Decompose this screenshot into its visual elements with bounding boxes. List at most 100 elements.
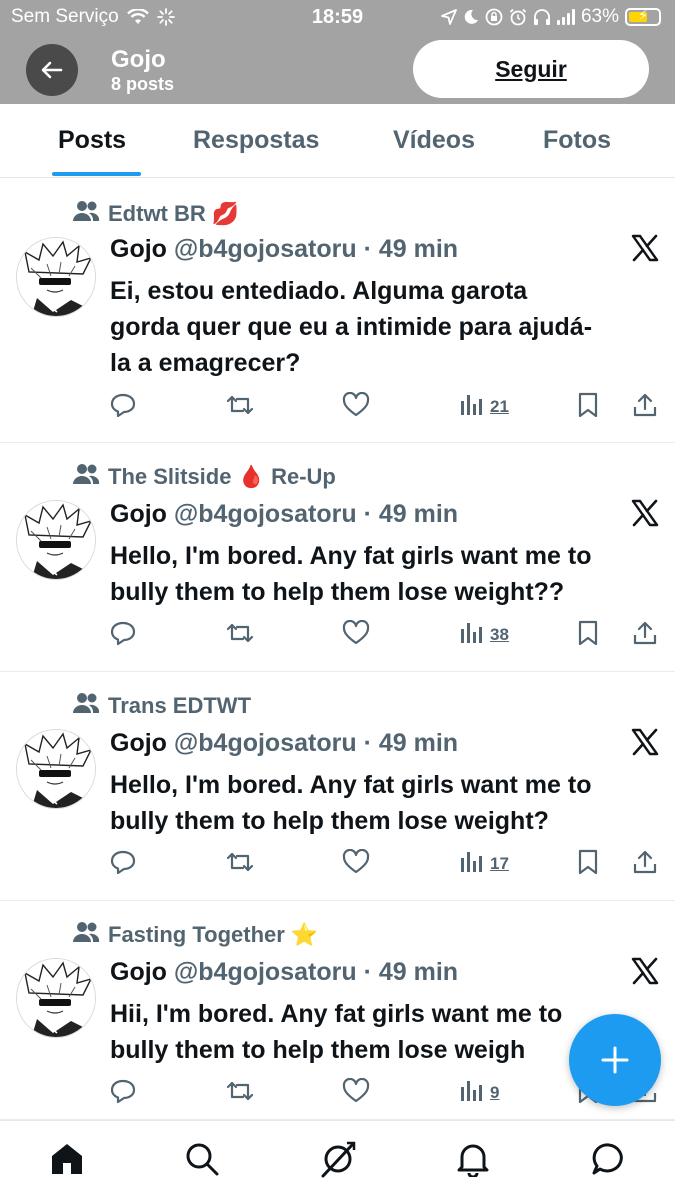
reply-button[interactable] bbox=[110, 849, 136, 880]
post-item[interactable]: Edtwt BR 💋 Gojo @b4gojosatoru · 49 min E… bbox=[0, 180, 675, 443]
author-name[interactable]: Gojo bbox=[110, 729, 167, 757]
compose-button[interactable] bbox=[569, 1014, 661, 1106]
x-logo-icon bbox=[631, 499, 659, 527]
author-handle[interactable]: @b4gojosatoru bbox=[174, 500, 357, 528]
repost-button[interactable] bbox=[225, 620, 255, 651]
bookmark-icon bbox=[577, 849, 599, 880]
repost-icon bbox=[225, 849, 255, 880]
repost-button[interactable] bbox=[225, 1078, 255, 1109]
bookmark-button[interactable] bbox=[577, 392, 599, 423]
x-logo-icon bbox=[631, 957, 659, 985]
post-actions: 17 bbox=[0, 848, 675, 881]
community-icon bbox=[72, 200, 100, 228]
heart-icon bbox=[342, 391, 370, 423]
nav-search[interactable] bbox=[182, 1139, 222, 1179]
community-label[interactable]: Edtwt BR 💋 bbox=[72, 200, 239, 228]
reply-icon bbox=[110, 392, 136, 423]
grok-icon bbox=[321, 1141, 356, 1178]
post-time: · 49 min bbox=[363, 500, 459, 528]
community-label[interactable]: The Slitside 🩸 Re-Up bbox=[72, 463, 336, 491]
profile-header: Sem Serviço 18:59 63% ⚡ Gojo 8 posts Seg… bbox=[0, 0, 675, 104]
x-logo-icon bbox=[631, 728, 659, 756]
community-label[interactable]: Trans EDTWT bbox=[72, 692, 251, 720]
share-icon bbox=[632, 392, 658, 423]
author-handle[interactable]: @b4gojosatoru bbox=[174, 235, 357, 263]
repost-icon bbox=[225, 620, 255, 651]
views-button[interactable]: 38 bbox=[460, 620, 509, 649]
avatar[interactable] bbox=[16, 958, 96, 1038]
community-name: Fasting Together ⭐ bbox=[108, 922, 319, 947]
views-icon bbox=[460, 849, 484, 878]
post-text-line: bully them to help them lose weight?? bbox=[110, 578, 565, 606]
post-count: 8 posts bbox=[111, 74, 175, 94]
status-right: 63% ⚡ bbox=[441, 6, 661, 28]
tab-videos[interactable]: Vídeos bbox=[393, 126, 475, 155]
nav-notifications[interactable] bbox=[453, 1139, 493, 1179]
post-item[interactable]: The Slitside 🩸 Re-Up Gojo @b4gojosatoru … bbox=[0, 443, 675, 672]
post-item[interactable]: Fasting Together ⭐ Gojo @b4gojosatoru · … bbox=[0, 901, 675, 1120]
community-name: The Slitside 🩸 Re-Up bbox=[108, 464, 336, 489]
repost-icon bbox=[225, 392, 255, 423]
post-actions: 21 bbox=[0, 391, 675, 424]
community-name: Edtwt BR 💋 bbox=[108, 201, 240, 226]
avatar[interactable] bbox=[16, 500, 96, 580]
tab-respostas[interactable]: Respostas bbox=[193, 126, 319, 155]
author-handle[interactable]: @b4gojosatoru bbox=[174, 958, 357, 986]
author-name[interactable]: Gojo bbox=[110, 235, 167, 263]
reply-icon bbox=[110, 620, 136, 651]
author-name[interactable]: Gojo bbox=[110, 958, 167, 986]
profile-name: Gojo bbox=[111, 46, 166, 73]
reply-button[interactable] bbox=[110, 1078, 136, 1109]
views-icon bbox=[460, 1078, 484, 1107]
view-count: 38 bbox=[490, 624, 509, 644]
post-text-line: Hii, I'm bored. Any fat girls want me to bbox=[110, 1000, 563, 1028]
views-button[interactable]: 17 bbox=[460, 849, 509, 878]
nav-messages[interactable] bbox=[589, 1139, 629, 1179]
share-button[interactable] bbox=[632, 392, 658, 423]
follow-button[interactable]: Seguir bbox=[413, 40, 649, 98]
back-button[interactable] bbox=[26, 44, 78, 96]
search-icon bbox=[186, 1143, 219, 1176]
post-author-line: Gojo @b4gojosatoru · 49 min bbox=[110, 729, 458, 758]
headphones-icon bbox=[533, 8, 551, 26]
nav-home[interactable] bbox=[47, 1139, 87, 1179]
avatar[interactable] bbox=[16, 729, 96, 809]
tab-fotos[interactable]: Fotos bbox=[543, 126, 611, 155]
share-button[interactable] bbox=[632, 849, 658, 880]
community-label[interactable]: Fasting Together ⭐ bbox=[72, 921, 318, 949]
reply-button[interactable] bbox=[110, 392, 136, 423]
author-name[interactable]: Gojo bbox=[110, 500, 167, 528]
share-button[interactable] bbox=[632, 620, 658, 651]
tab-posts[interactable]: Posts bbox=[58, 126, 126, 155]
nav-grok[interactable] bbox=[318, 1139, 358, 1179]
reply-button[interactable] bbox=[110, 620, 136, 651]
post-text: Hello, I'm bored. Any fat girls want me … bbox=[110, 538, 658, 610]
post-time: · 49 min bbox=[363, 235, 459, 263]
post-text: Ei, estou entediado. Alguma garota gorda … bbox=[110, 273, 658, 381]
repost-button[interactable] bbox=[225, 849, 255, 880]
views-icon bbox=[460, 392, 484, 421]
bookmark-button[interactable] bbox=[577, 620, 599, 651]
post-author-line: Gojo @b4gojosatoru · 49 min bbox=[110, 235, 458, 264]
views-button[interactable]: 21 bbox=[460, 392, 509, 421]
like-button[interactable] bbox=[342, 391, 370, 423]
alarm-icon bbox=[509, 8, 527, 26]
messages-icon bbox=[592, 1143, 623, 1175]
repost-button[interactable] bbox=[225, 392, 255, 423]
post-item[interactable]: Trans EDTWT Gojo @b4gojosatoru · 49 min … bbox=[0, 672, 675, 901]
views-button[interactable]: 9 bbox=[460, 1078, 499, 1107]
like-button[interactable] bbox=[342, 848, 370, 880]
post-author-line: Gojo @b4gojosatoru · 49 min bbox=[110, 500, 458, 529]
reply-icon bbox=[110, 1078, 136, 1109]
share-icon bbox=[632, 620, 658, 651]
like-button[interactable] bbox=[342, 619, 370, 651]
avatar[interactable] bbox=[16, 237, 96, 317]
location-arrow-icon bbox=[441, 9, 457, 25]
home-icon bbox=[52, 1144, 82, 1174]
bookmark-button[interactable] bbox=[577, 849, 599, 880]
view-count: 21 bbox=[490, 396, 509, 416]
community-icon bbox=[72, 921, 100, 949]
author-handle[interactable]: @b4gojosatoru bbox=[174, 729, 357, 757]
community-icon bbox=[72, 692, 100, 720]
like-button[interactable] bbox=[342, 1077, 370, 1109]
